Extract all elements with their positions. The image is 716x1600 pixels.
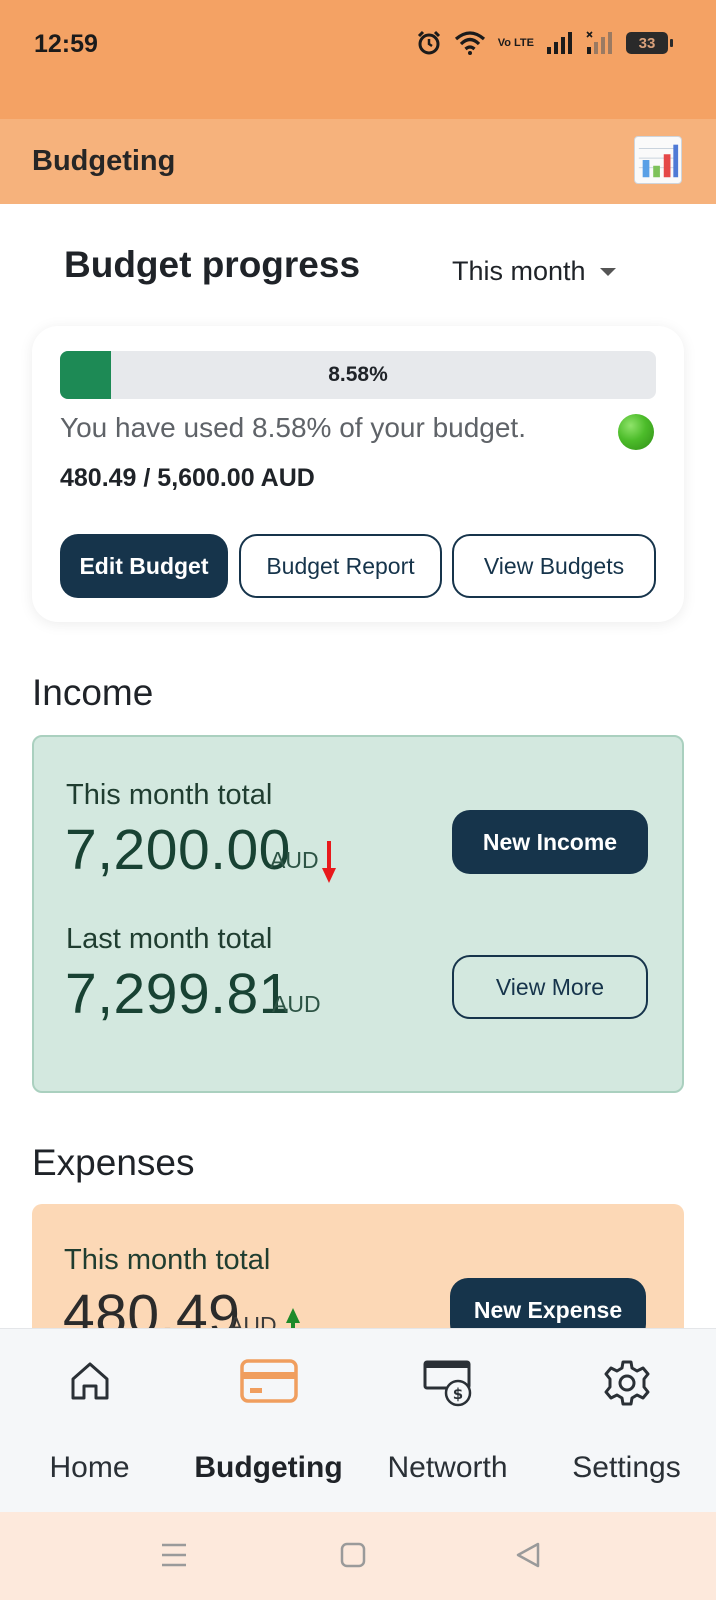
budget-report-button[interactable]: Budget Report: [239, 534, 442, 598]
period-label: This month: [452, 256, 586, 286]
budget-amount: 480.49 / 5,600.00 AUD: [60, 464, 315, 492]
usage-text: You have used 8.58% of your budget.: [60, 412, 526, 443]
caret-down-icon: [599, 267, 616, 276]
budget-progress-card: 8.58% You have used 8.58% of your budget…: [32, 326, 684, 622]
period-dropdown[interactable]: This month: [452, 256, 616, 287]
back-icon[interactable]: [514, 1540, 542, 1570]
credit-card-icon: [239, 1359, 298, 1403]
battery-level: 33: [638, 34, 656, 52]
income-this-month-label: This month total: [66, 779, 273, 811]
edit-budget-button[interactable]: Edit Budget: [60, 534, 228, 598]
svg-text:$: $: [452, 1385, 462, 1403]
home-square-icon[interactable]: [339, 1540, 367, 1570]
system-nav-bar: [0, 1512, 716, 1600]
volte-icon: Vo LTE: [497, 36, 534, 49]
status-icons: Vo LTE 33: [416, 30, 673, 56]
income-last-month-label: Last month total: [66, 923, 273, 955]
nav-label-networth: Networth: [387, 1451, 508, 1484]
bottom-nav: Home Budgeting $ Networth Settings: [0, 1328, 716, 1512]
signal-icon: [547, 32, 572, 54]
menu-icon[interactable]: [160, 1540, 188, 1570]
alarm-icon: [417, 30, 440, 55]
nav-item-settings[interactable]: Settings: [537, 1329, 716, 1513]
nav-item-budgeting[interactable]: Budgeting: [179, 1329, 358, 1513]
expenses-heading: Expenses: [32, 1142, 195, 1183]
budget-progress-bar: 8.58%: [60, 351, 656, 399]
nav-item-networth[interactable]: $ Networth: [358, 1329, 537, 1513]
arrow-down-icon: [322, 841, 336, 883]
nav-item-home[interactable]: Home: [0, 1329, 179, 1513]
income-heading: Income: [32, 672, 154, 713]
gear-icon: [604, 1360, 649, 1406]
income-card: This month total 7,200.00 AUD New Income…: [32, 735, 684, 1093]
new-income-button[interactable]: New Income: [452, 810, 648, 874]
budget-progress-title: Budget progress: [64, 244, 361, 285]
app-bar: Budgeting: [0, 119, 716, 204]
status-time: 12:59: [34, 30, 98, 58]
nav-label-budgeting: Budgeting: [194, 1451, 343, 1484]
signal-2-icon: [586, 31, 612, 54]
view-more-button[interactable]: View More: [452, 955, 648, 1019]
status-bar: 12:59 Vo LTE 33: [0, 0, 716, 119]
status-dot-icon: [618, 414, 654, 450]
money-icon: $: [423, 1360, 471, 1407]
income-this-month-value: 7,200.00: [65, 818, 291, 882]
nav-label-home: Home: [49, 1451, 130, 1484]
income-this-month-unit: AUD: [270, 847, 319, 873]
wifi-icon: [454, 31, 485, 55]
app-title: Budgeting: [32, 145, 176, 177]
expense-this-month-label: This month total: [64, 1244, 271, 1276]
progress-percent: 8.58%: [328, 363, 388, 386]
home-icon: [71, 1362, 108, 1400]
view-budgets-button[interactable]: View Budgets: [452, 534, 656, 598]
bar-chart-icon[interactable]: [634, 136, 682, 184]
income-last-month-unit: AUD: [272, 991, 321, 1017]
income-last-month-value: 7,299.81: [65, 962, 291, 1026]
nav-label-settings: Settings: [572, 1451, 681, 1484]
battery-icon: 33: [626, 32, 673, 54]
